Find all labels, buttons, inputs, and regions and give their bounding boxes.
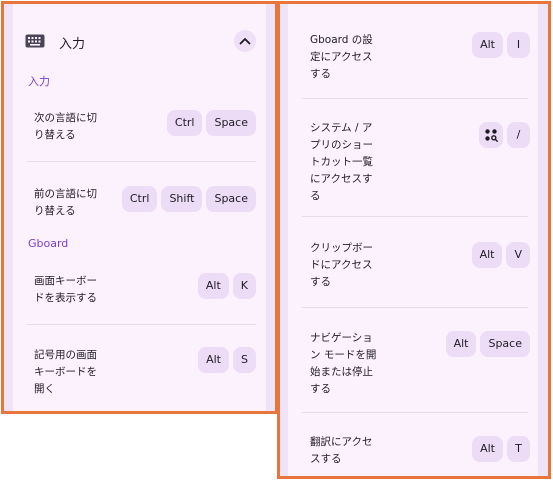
- shortcut-keys: Alt T: [472, 436, 530, 462]
- divider: [302, 307, 528, 308]
- shortcut-description: Gboard の設 定にアクセス する: [310, 34, 373, 80]
- key-space: Space: [480, 331, 530, 357]
- section-label-gboard: Gboard: [28, 237, 69, 250]
- shortcut-description: ナビゲーショ ン モードを開 始または停止 する: [310, 332, 377, 395]
- left-shortcut-panel: 入力 入力 次の言語に切 り替える Ctrl Space 前の言語に切 り替える…: [1, 1, 278, 414]
- divider: [302, 412, 528, 413]
- key-shift: Shift: [161, 186, 203, 212]
- shortcut-keys: Alt I: [472, 32, 530, 58]
- key-alt: Alt: [472, 32, 503, 58]
- key-slash: /: [507, 122, 530, 148]
- key-i: I: [507, 32, 530, 58]
- launcher-search-icon: [485, 129, 498, 142]
- divider: [302, 216, 528, 217]
- shortcut-keys: /: [479, 122, 530, 148]
- key-alt: Alt: [198, 347, 229, 373]
- key-alt: Alt: [472, 436, 503, 462]
- divider: [27, 161, 256, 162]
- shortcut-description: システム / ア プリのショー トカット一覧 にアクセスす る: [310, 122, 373, 202]
- shortcut-keys: Alt Space: [445, 331, 530, 357]
- shortcut-keys: Alt V: [471, 242, 530, 268]
- key-v: V: [506, 242, 530, 268]
- key-k: K: [232, 273, 256, 299]
- key-alt: Alt: [445, 331, 477, 357]
- shortcut-description: 次の言語に切 り替える: [34, 112, 97, 141]
- chevron-up-icon: [239, 38, 251, 45]
- shortcut-description: クリップボー ドにアクセス する: [310, 242, 373, 288]
- shortcut-description: 記号用の画面 キーボードを 開く: [34, 349, 97, 395]
- launcher-search-key: [479, 122, 503, 148]
- keyboard-icon: [25, 33, 45, 48]
- shortcut-keys: Ctrl Space: [166, 110, 256, 136]
- shortcut-description: 前の言語に切 り替える: [34, 188, 97, 217]
- key-ctrl: Ctrl: [121, 186, 158, 212]
- section-label-input: 入力: [28, 75, 50, 88]
- key-alt: Alt: [197, 273, 229, 299]
- key-space: Space: [206, 186, 256, 212]
- key-s: S: [233, 347, 256, 373]
- divider: [302, 98, 528, 99]
- collapse-button[interactable]: [234, 30, 256, 52]
- shortcut-description: 翻訳にアクセ スする: [310, 436, 373, 465]
- shortcut-keys: Alt S: [198, 347, 256, 373]
- panel-content: Gboard の設 定にアクセス する Alt I システム / ア プリのショ…: [288, 4, 538, 476]
- key-ctrl: Ctrl: [166, 110, 203, 136]
- shortcut-keys: Ctrl Shift Space: [121, 186, 256, 212]
- header-title: 入力: [59, 37, 86, 52]
- key-alt: Alt: [471, 242, 503, 268]
- panel-content: 入力 入力 次の言語に切 り替える Ctrl Space 前の言語に切 り替える…: [13, 4, 266, 411]
- key-t: T: [507, 436, 530, 462]
- divider: [27, 324, 256, 325]
- key-space: Space: [206, 110, 256, 136]
- shortcut-description: 画面キーボー ドを表示する: [34, 275, 97, 304]
- right-shortcut-panel: Gboard の設 定にアクセス する Alt I システム / ア プリのショ…: [277, 1, 551, 479]
- input-category-header[interactable]: 入力: [13, 27, 266, 55]
- shortcut-keys: Alt K: [197, 273, 256, 299]
